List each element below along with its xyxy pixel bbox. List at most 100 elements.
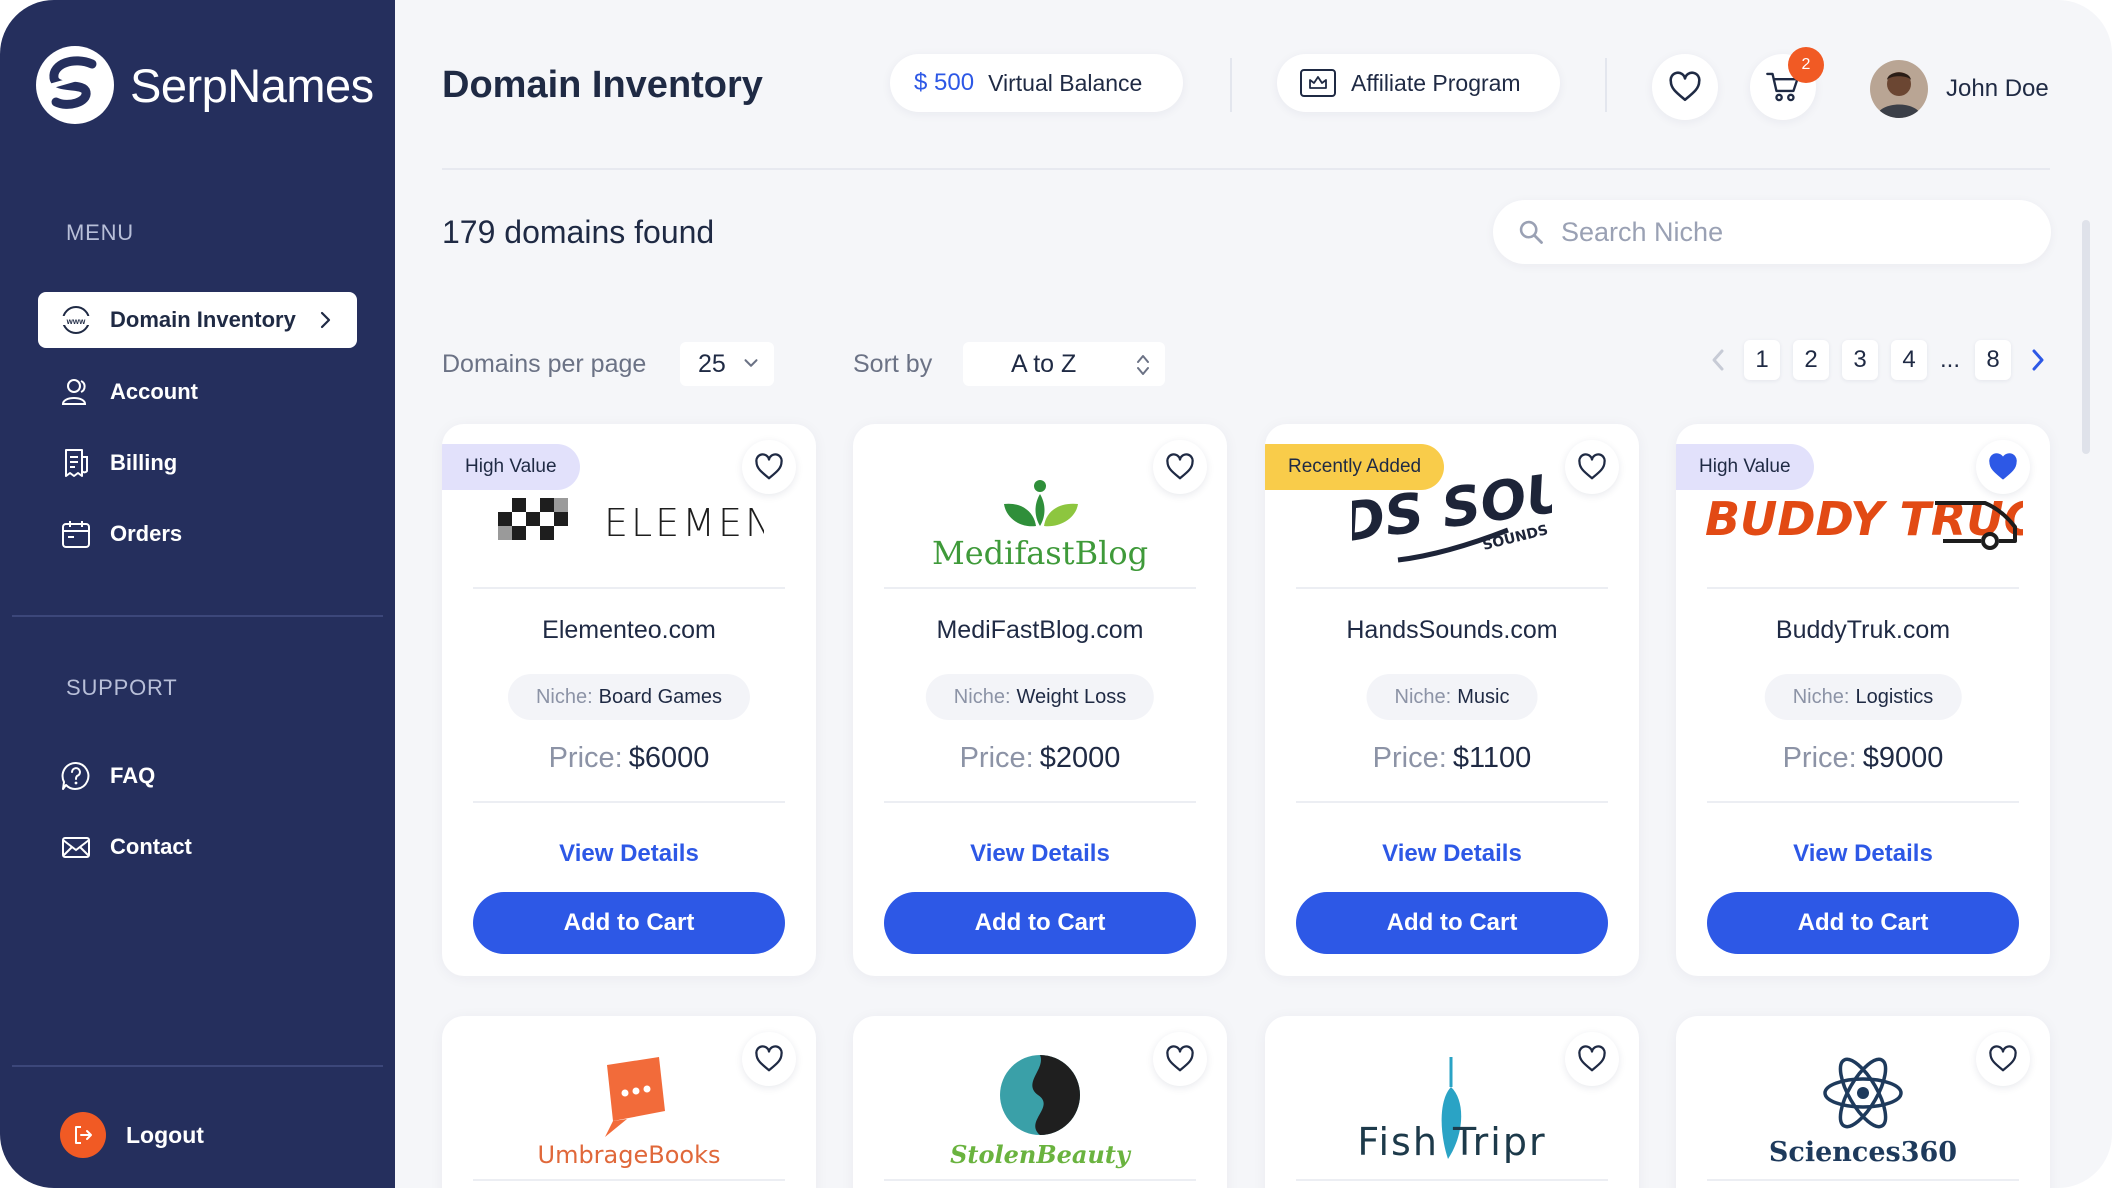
add-to-cart-button[interactable]: Add to Cart xyxy=(1296,892,1608,954)
domain-name: BuddyTruk.com xyxy=(1775,616,1951,644)
sidebar: SerpNames MENU www Domain Inventory Acco… xyxy=(0,0,395,1188)
umbragebooks-logo: UmbrageBooks xyxy=(538,1057,721,1169)
domain-logo: ELEMENTEO xyxy=(462,464,796,574)
sidebar-item-domain-inventory[interactable]: www Domain Inventory xyxy=(38,292,357,348)
cart-count-badge: 2 xyxy=(1788,47,1824,83)
add-to-cart-button[interactable]: Add to Cart xyxy=(1707,892,2019,954)
niche-value: Logistics xyxy=(1855,685,1934,708)
page-button-2[interactable]: 2 xyxy=(1793,340,1829,380)
view-details-link[interactable]: View Details xyxy=(853,840,1227,868)
search-icon xyxy=(1519,220,1543,244)
fishtripr-logo: Fish Tripr xyxy=(1357,1057,1545,1164)
affiliate-label: Affiliate Program xyxy=(1351,69,1521,96)
niche-value: Board Games xyxy=(598,685,723,708)
domain-logo: MedifastBlog xyxy=(873,464,1207,574)
domain-logo: Fish Tripr xyxy=(1285,1056,1619,1166)
users-icon xyxy=(60,376,92,408)
logo-text: StolenBeauty xyxy=(950,1140,1132,1169)
domain-card: Fish Tripr xyxy=(1265,1016,1639,1188)
niche-prefix: Niche: xyxy=(1792,685,1850,708)
view-details-link[interactable]: View Details xyxy=(442,840,816,868)
niche-value: Weight Loss xyxy=(1016,685,1127,708)
sort-label: Sort by xyxy=(853,350,933,378)
search-input[interactable] xyxy=(1561,216,2041,248)
page-button-8[interactable]: 8 xyxy=(1975,340,2011,380)
sidebar-item-contact[interactable]: Contact xyxy=(38,819,357,875)
sciences360-logo: Sciences360 xyxy=(1769,1057,1957,1168)
app-window: SerpNames MENU www Domain Inventory Acco… xyxy=(0,0,2112,1188)
logo-text: Sciences360 xyxy=(1769,1137,1957,1168)
domain-name: HandsSounds.com xyxy=(1346,616,1558,644)
niche-chip: Niche: Board Games xyxy=(507,674,751,720)
next-page-button[interactable] xyxy=(2020,340,2056,380)
price-value: $1100 xyxy=(1452,742,1532,774)
price-value: $2000 xyxy=(1039,742,1121,774)
page-title: Domain Inventory xyxy=(442,64,763,106)
prev-page-button[interactable] xyxy=(1700,340,1736,380)
card-divider xyxy=(1707,587,2019,589)
price-value: $9000 xyxy=(1862,742,1944,774)
page-button-1[interactable]: 1 xyxy=(1744,340,1780,380)
domain-logo: UmbrageBooks xyxy=(462,1056,796,1169)
card-divider xyxy=(473,587,785,589)
page-button-4[interactable]: 4 xyxy=(1891,340,1927,380)
logout-label: Logout xyxy=(126,1121,204,1148)
medifastblog-logo: MedifastBlog xyxy=(932,480,1148,572)
search-box[interactable] xyxy=(1493,200,2051,264)
user-name[interactable]: John Doe xyxy=(1946,75,2049,103)
per-page-value: 25 xyxy=(698,349,726,378)
price-prefix: Price: xyxy=(1782,742,1857,774)
card-divider xyxy=(473,1179,785,1181)
affiliate-crown-icon xyxy=(1300,69,1336,97)
card-divider xyxy=(473,801,785,803)
favorites-button[interactable] xyxy=(1652,54,1718,120)
add-to-cart-button[interactable]: Add to Cart xyxy=(473,892,785,954)
chevron-right-icon xyxy=(2032,349,2044,371)
sidebar-item-label: Orders xyxy=(110,521,183,546)
page-button-3[interactable]: 3 xyxy=(1842,340,1878,380)
sidebar-item-account[interactable]: Account xyxy=(38,364,357,420)
price-value: $6000 xyxy=(628,742,710,774)
scrollbar[interactable] xyxy=(2082,220,2090,454)
logo-text: BUDDY TRUCK xyxy=(1705,492,2023,546)
add-to-cart-button[interactable]: Add to Cart xyxy=(884,892,1196,954)
price: Price: $9000 xyxy=(1676,742,2050,775)
domain-name: Elementeo.com xyxy=(542,616,716,644)
sidebar-divider xyxy=(12,615,383,617)
per-page-select[interactable]: 25 xyxy=(680,342,774,386)
avatar[interactable] xyxy=(1870,60,1928,118)
chevron-down-icon xyxy=(744,359,758,367)
domain-card: MedifastBlog MediFastBlog.com Niche: Weig… xyxy=(853,424,1227,976)
chevron-right-icon xyxy=(320,311,331,329)
price-prefix: Price: xyxy=(548,742,623,774)
sidebar-item-label: Account xyxy=(110,379,198,404)
logout-button[interactable]: Logout xyxy=(60,1112,204,1158)
card-divider xyxy=(884,801,1196,803)
user-avatar-icon xyxy=(1870,60,1928,118)
card-divider xyxy=(1296,587,1608,589)
view-details-link[interactable]: View Details xyxy=(1676,840,2050,868)
balance-amount: $ 500 xyxy=(914,69,975,96)
sidebar-item-label: FAQ xyxy=(110,763,156,788)
domain-card: Sciences360 xyxy=(1676,1016,2050,1188)
card-divider xyxy=(1707,801,2019,803)
envelope-icon xyxy=(60,831,92,863)
serpnames-logo-icon xyxy=(36,46,114,124)
niche-chip: Niche: Weight Loss xyxy=(925,674,1155,720)
sidebar-item-faq[interactable]: FAQ xyxy=(38,748,357,804)
favorite-button[interactable] xyxy=(1565,440,1619,494)
balance-label: Virtual Balance xyxy=(988,69,1143,96)
sidebar-item-orders[interactable]: Orders xyxy=(38,506,357,562)
price-prefix: Price: xyxy=(1372,742,1447,774)
niche-prefix: Niche: xyxy=(535,685,593,708)
affiliate-program-button[interactable]: Affiliate Program xyxy=(1277,54,1560,112)
sidebar-item-billing[interactable]: Billing xyxy=(38,435,357,491)
view-details-link[interactable]: View Details xyxy=(1265,840,1639,868)
sort-select[interactable]: A to Z xyxy=(963,342,1165,386)
domains-found-count: 179 domains found xyxy=(442,214,715,250)
heart-icon xyxy=(1669,71,1701,102)
header-separator xyxy=(1605,58,1607,112)
brand[interactable]: SerpNames xyxy=(34,44,374,126)
buddytruck-logo: BUDDY TRUCK xyxy=(1705,492,2023,550)
favorite-button[interactable] xyxy=(1976,440,2030,494)
